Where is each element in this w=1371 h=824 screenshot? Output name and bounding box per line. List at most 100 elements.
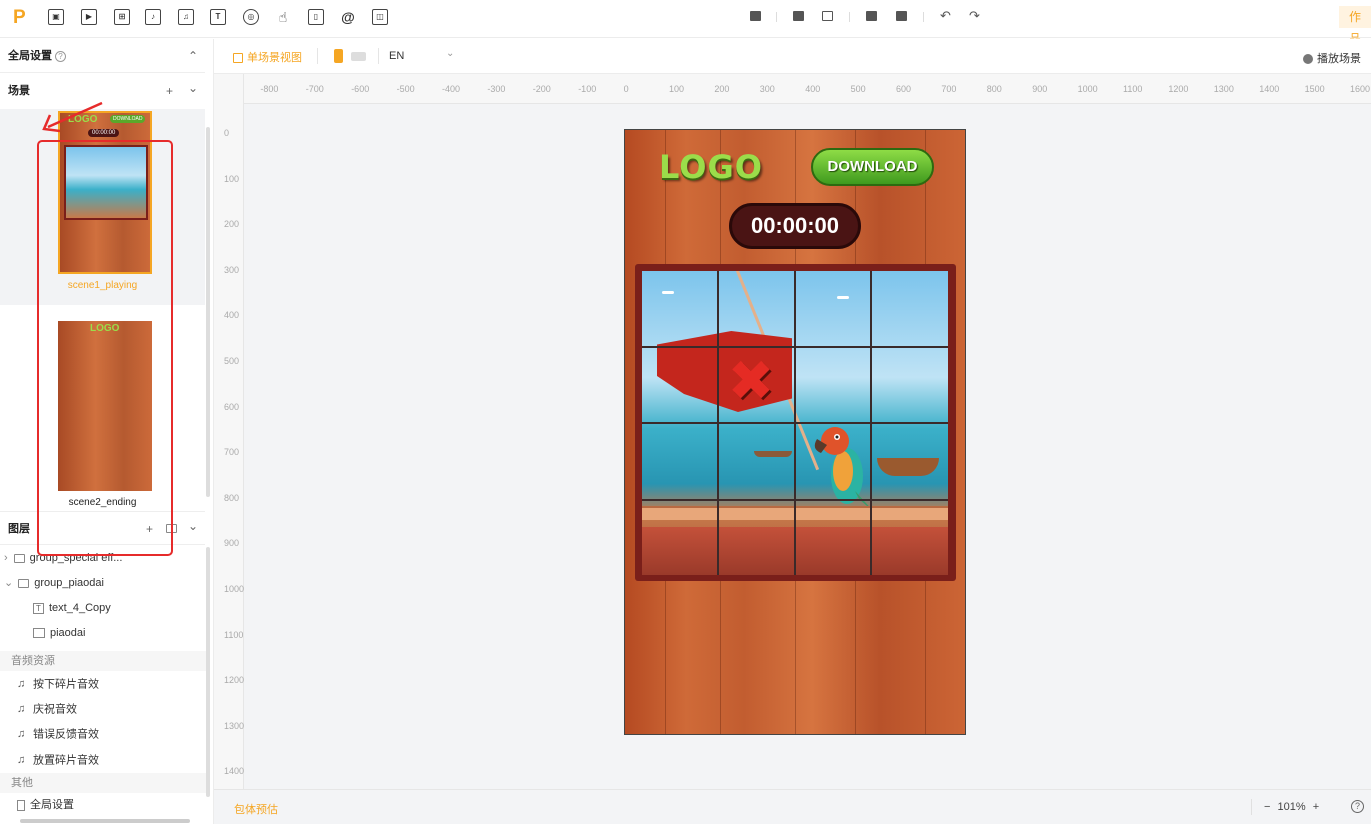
- folder-icon[interactable]: [793, 11, 804, 21]
- ruler-tick-label: 700: [941, 84, 957, 94]
- video-icon[interactable]: ▶: [81, 9, 97, 25]
- chevron-right-icon[interactable]: ›: [4, 552, 8, 564]
- note-icon[interactable]: ♪: [145, 9, 161, 25]
- ruler-tick-label: 1000: [224, 584, 245, 594]
- ruler-tick-label: 500: [224, 356, 240, 366]
- puzzle-image[interactable]: ✖: [642, 271, 948, 575]
- audio-item[interactable]: ♫ 庆祝音效: [0, 697, 205, 722]
- ruler-tick-label: 1500: [1304, 84, 1325, 94]
- phone-icon: [17, 799, 25, 811]
- ruler-tick-label: -800: [260, 84, 279, 94]
- ruler-tick-label: 400: [805, 84, 821, 94]
- ruler-tick-label: 100: [669, 84, 685, 94]
- paste-style-icon[interactable]: [896, 11, 907, 21]
- landscape-toggle[interactable]: [351, 52, 366, 61]
- horizontal-ruler: -900-800-700-600-500-400-300-200-1000100…: [214, 74, 1371, 104]
- layer-item[interactable]: piaodai: [0, 621, 205, 646]
- folder-open-icon[interactable]: [822, 11, 833, 21]
- spritesheet-icon[interactable]: ⊞: [114, 9, 130, 25]
- layer-label: group_piaodai: [34, 577, 104, 589]
- layout-icon[interactable]: ◫: [372, 9, 388, 25]
- play-scene-button[interactable]: 播放场景: [1303, 50, 1361, 66]
- grid-line: [642, 346, 948, 348]
- annotation-highlight-box: [37, 140, 173, 556]
- ruler-tick-label: 1000: [1077, 84, 1098, 94]
- ruler-tick-label: 1400: [1259, 84, 1280, 94]
- zoom-level: 101%: [1277, 801, 1306, 813]
- language-select[interactable]: EN: [389, 50, 404, 62]
- ruler-tick-label: 900: [224, 538, 240, 549]
- portrait-toggle[interactable]: [334, 49, 343, 63]
- audio-label: 错误反馈音效: [33, 728, 99, 741]
- audio-resources-group: 音频资源: [0, 651, 210, 671]
- divider: [317, 48, 318, 64]
- left-panel: 全局设置? ⌃ 场景 + ⌄ LOGO DOWNLOAD 00:00:00 sc…: [0, 39, 214, 824]
- redo-icon[interactable]: ↷: [969, 9, 981, 22]
- countdown-timer[interactable]: 00:00:00: [729, 203, 861, 249]
- grid-line: [642, 499, 948, 501]
- audio-item[interactable]: ♫ 按下碎片音效: [0, 672, 205, 697]
- ruler-tick-label: 300: [759, 84, 775, 94]
- play-scene-label: 播放场景: [1317, 53, 1361, 65]
- ruler-tick-label: 1400: [224, 766, 245, 777]
- divider: [1251, 799, 1252, 815]
- bottom-bar: 包体预估 − 101% + ?: [214, 789, 1371, 824]
- chevron-down-icon[interactable]: ⌄: [446, 48, 454, 59]
- ruler-tick-label: -100: [578, 84, 597, 94]
- audio-item[interactable]: ♫ 错误反馈音效: [0, 722, 205, 747]
- logo-image[interactable]: LOGO: [659, 148, 763, 186]
- layers-scrollbar[interactable]: [206, 547, 210, 797]
- phone-icon[interactable]: ▯: [308, 9, 324, 25]
- app-logo: P: [13, 7, 26, 28]
- scene-canvas[interactable]: LOGO DOWNLOAD 00:00:00 ✖: [624, 129, 966, 735]
- music-icon[interactable]: ♫: [178, 9, 194, 25]
- audio-label: 庆祝音效: [33, 703, 77, 716]
- layer-item[interactable]: Ttext_4_Copy: [0, 596, 205, 621]
- ruler-tick-label: -600: [351, 84, 370, 94]
- ruler-tick-label: -500: [396, 84, 415, 94]
- chevron-down-icon[interactable]: ⌄: [4, 577, 13, 589]
- help-icon[interactable]: ?: [1351, 800, 1364, 813]
- puzzle-frame[interactable]: ✖: [635, 264, 956, 581]
- audio-label: 放置碎片音效: [33, 754, 99, 767]
- audio-label: 按下碎片音效: [33, 678, 99, 691]
- seagull: [837, 296, 849, 299]
- works-button[interactable]: 作品: [1339, 6, 1371, 46]
- effect-icon[interactable]: ◎: [243, 9, 259, 25]
- add-scene-icon[interactable]: +: [166, 74, 173, 108]
- text-icon[interactable]: T: [210, 9, 226, 25]
- download-button[interactable]: DOWNLOAD: [811, 148, 934, 186]
- other-item[interactable]: 全局设置: [0, 793, 205, 818]
- boat: [877, 458, 939, 476]
- music-note-icon: ♫: [17, 703, 26, 715]
- at-icon[interactable]: @: [340, 9, 356, 25]
- ruler-tick-label: 1300: [224, 720, 245, 731]
- image-icon[interactable]: ▣: [48, 9, 64, 25]
- zoom-out-button[interactable]: −: [1264, 801, 1270, 813]
- chevron-up-icon[interactable]: ⌃: [188, 39, 198, 73]
- gesture-icon[interactable]: ☝: [275, 9, 291, 25]
- undo-icon[interactable]: ↶: [940, 9, 952, 22]
- scenes-title: 场景: [8, 85, 30, 97]
- ruler-tick-label: 100: [224, 173, 240, 184]
- package-estimate-button[interactable]: 包体预估: [234, 801, 278, 817]
- scenes-scrollbar[interactable]: [206, 127, 210, 497]
- help-icon[interactable]: ?: [55, 50, 66, 62]
- copy-icon[interactable]: [866, 11, 877, 21]
- ruler-tick-label: 1200: [224, 675, 245, 686]
- global-settings-header[interactable]: 全局设置? ⌃: [0, 39, 205, 73]
- zoom-in-button[interactable]: +: [1313, 801, 1319, 813]
- music-note-icon: ♫: [17, 728, 26, 740]
- chevron-down-icon[interactable]: ⌄: [188, 509, 198, 543]
- horizontal-scrollbar[interactable]: [20, 819, 190, 823]
- layers-stack-icon[interactable]: [750, 11, 761, 21]
- audio-item[interactable]: ♫ 放置碎片音效: [0, 748, 205, 773]
- distant-boat: [754, 451, 792, 457]
- layer-item[interactable]: ⌄ group_piaodai: [0, 571, 205, 596]
- chevron-down-icon[interactable]: ⌄: [188, 71, 198, 105]
- ruler-tick-label: 200: [714, 84, 730, 94]
- ruler-tick-label: 0: [623, 84, 629, 94]
- single-scene-view-button[interactable]: 单场景视图: [233, 49, 302, 65]
- other-label: 全局设置: [30, 799, 74, 811]
- divider: [776, 12, 777, 22]
